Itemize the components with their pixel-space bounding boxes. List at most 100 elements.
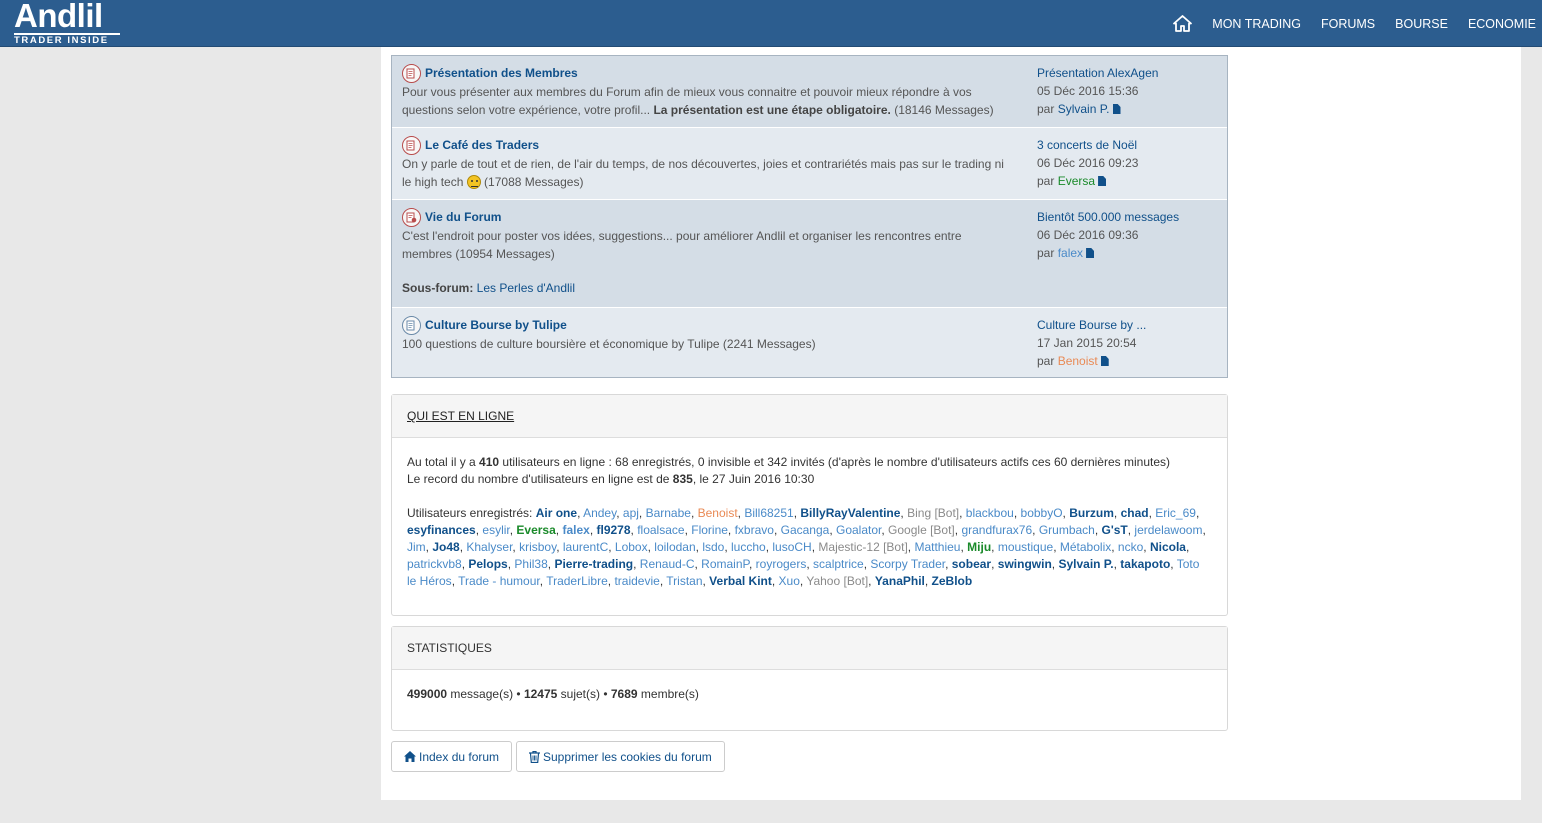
user-link[interactable]: luccho [731,540,766,554]
user-link[interactable]: blackbou [966,506,1014,520]
user-link[interactable]: G'sT [1102,523,1128,537]
user-link[interactable]: Benoist [698,506,738,520]
user-link[interactable]: Miju [967,540,991,554]
user-link[interactable]: Trade - humour [458,574,540,588]
user-link[interactable]: Phil38 [514,557,547,571]
forum-row: Présentation des Membres Pour vous prése… [392,56,1227,128]
user-link[interactable]: swingwin [998,557,1052,571]
who-is-online-link[interactable]: QUI EST EN LIGNE [407,409,514,423]
user-link[interactable]: Verbal Kint [709,574,772,588]
user-link[interactable]: YanaPhil [875,574,925,588]
user-link[interactable]: Khalyser [466,540,512,554]
user-link[interactable]: Goalator [836,523,881,537]
user-link[interactable]: moustique [998,540,1053,554]
last-post-link[interactable]: Culture Bourse by ... [1037,316,1222,334]
user-link[interactable]: Google [Bot] [888,523,955,537]
user-link[interactable]: Tristan [666,574,702,588]
home-icon[interactable] [1172,14,1192,34]
user-link[interactable]: scalptrice [813,557,864,571]
forum-unread-icon [402,63,421,83]
user-link[interactable]: lusoCH [772,540,811,554]
user-link[interactable]: fxbravo [735,523,774,537]
user-link[interactable]: Bill68251 [744,506,793,520]
forum-index-button[interactable]: Index du forum [391,741,513,772]
nav-mon-trading[interactable]: MON TRADING [1212,17,1301,31]
view-post-icon[interactable] [1098,176,1107,186]
user-link[interactable]: royrogers [756,557,807,571]
subforum-link[interactable]: Les Perles d'Andlil [477,281,575,295]
user-link[interactable]: lsdo [702,540,724,554]
user-link[interactable]: apj [623,506,639,520]
user-link[interactable]: takapoto [1120,557,1170,571]
last-post-link[interactable]: 3 concerts de Noël [1037,136,1222,154]
user-link[interactable]: patrickvb8 [407,557,462,571]
user-link[interactable]: Eric_69 [1155,506,1196,520]
forum-title-link[interactable]: Vie du Forum [425,210,501,224]
user-link[interactable]: esyfinances [407,523,476,537]
user-link[interactable]: Majestic-12 [Bot] [818,540,907,554]
user-link[interactable]: Pierre-trading [554,557,633,571]
user-link[interactable]: traidevie [614,574,659,588]
user-link[interactable]: esylir [482,523,509,537]
view-post-icon[interactable] [1100,356,1109,366]
user-link[interactable]: Xuo [779,574,800,588]
user-link[interactable]: BillyRayValentine [800,506,900,520]
user-link[interactable]: Eversa [516,523,555,537]
last-post-date: 17 Jan 2015 20:54 [1037,336,1137,350]
user-link[interactable]: Barnabe [646,506,691,520]
user-link[interactable]: Sylvain P. [1058,557,1113,571]
forum-title-link[interactable]: Le Café des Traders [425,138,539,152]
user-link[interactable]: Yahoo [Bot] [806,574,868,588]
user-link[interactable]: Grumbach [1039,523,1095,537]
user-link[interactable]: grandfurax76 [961,523,1032,537]
user-link[interactable]: TraderLibre [546,574,608,588]
andlil-logo[interactable]: Andlil TRADER INSIDE [14,0,122,46]
user-link[interactable]: Jim [407,540,426,554]
user-link[interactable]: jerdelawoom [1134,523,1202,537]
user-link[interactable]: fl9278 [596,523,630,537]
user-link[interactable]: Gacanga [781,523,830,537]
last-post-author[interactable]: Eversa [1058,174,1095,188]
forum-title-link[interactable]: Présentation des Membres [425,66,578,80]
view-post-icon[interactable] [1086,248,1095,258]
registered-users-list: Utilisateurs enregistrés: Air one, Andey… [407,506,1206,588]
last-post-author[interactable]: Sylvain P. [1058,102,1110,116]
user-link[interactable]: floalsace [637,523,684,537]
user-link[interactable]: Jo48 [432,540,459,554]
last-post-link[interactable]: Présentation AlexAgen [1037,64,1222,82]
nav-forums[interactable]: FORUMS [1321,17,1375,31]
user-link[interactable]: Nicola [1150,540,1186,554]
user-link[interactable]: Air one [536,506,577,520]
forum-unread-icon [402,135,421,155]
forum-title-link[interactable]: Culture Bourse by Tulipe [425,318,567,332]
user-link[interactable]: Pelops [468,557,507,571]
subforum-line: Sous-forum: Les Perles d'Andlil [402,281,576,295]
user-link[interactable]: chad [1121,506,1149,520]
user-link[interactable]: ncko [1118,540,1143,554]
user-link[interactable]: Burzum [1069,506,1114,520]
user-link[interactable]: Lobox [615,540,648,554]
view-post-icon[interactable] [1112,104,1121,114]
user-link[interactable]: RomainP [701,557,749,571]
last-post-link[interactable]: Bientôt 500.000 messages [1037,208,1222,226]
user-link[interactable]: laurentC [563,540,608,554]
user-link[interactable]: bobbyO [1021,506,1063,520]
user-link[interactable]: Bing [Bot] [907,506,959,520]
user-link[interactable]: falex [562,523,589,537]
user-link[interactable]: Scorpy Trader [870,557,945,571]
nav-bourse[interactable]: BOURSE [1395,17,1448,31]
user-link[interactable]: loilodan [654,540,695,554]
last-post-author[interactable]: Benoist [1058,354,1098,368]
user-link[interactable]: Métabolix [1060,540,1111,554]
nav-economie[interactable]: ECONOMIE [1468,17,1536,31]
user-link[interactable]: Renaud-C [640,557,695,571]
delete-cookies-button[interactable]: Supprimer les cookies du forum [516,741,725,772]
user-link[interactable]: sobear [952,557,991,571]
user-link[interactable]: Matthieu [914,540,960,554]
forum-locked-icon [402,207,421,227]
user-link[interactable]: ZeBlob [932,574,973,588]
user-link[interactable]: Andey [583,506,616,520]
last-post-author[interactable]: falex [1058,246,1083,260]
user-link[interactable]: krisboy [519,540,556,554]
user-link[interactable]: Florine [691,523,728,537]
